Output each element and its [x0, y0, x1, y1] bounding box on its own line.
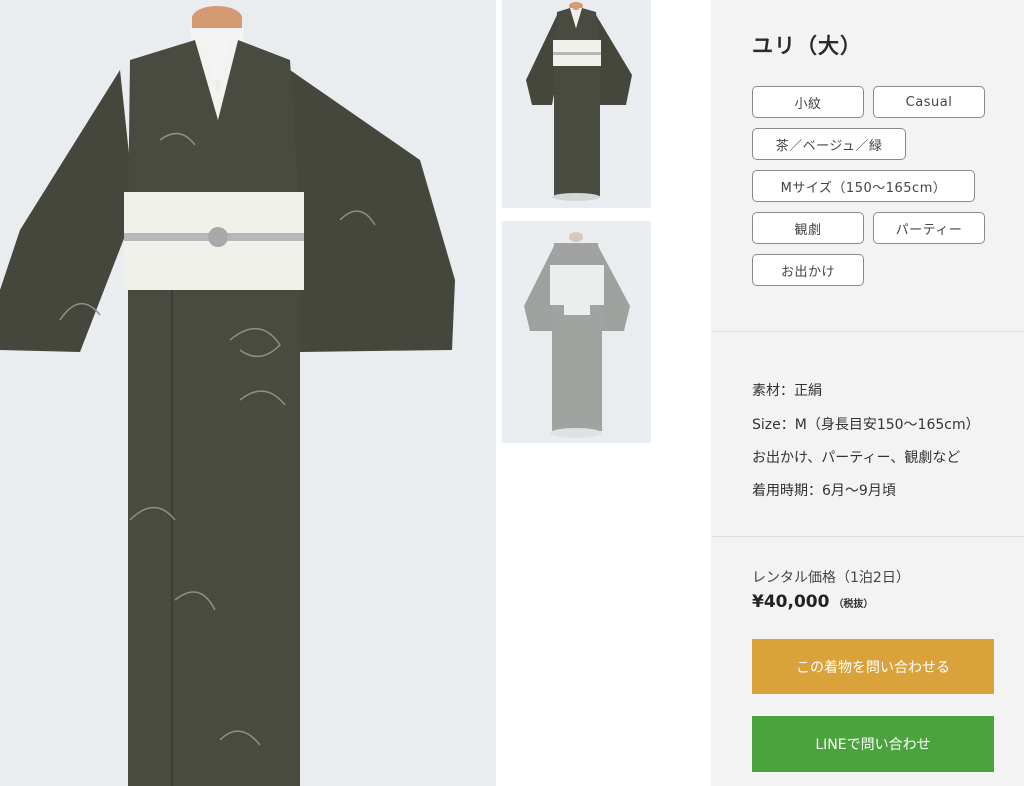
- product-info-panel: ユリ（大） 小紋 Casual 茶／ベージュ／緑 Mサイズ（150〜165cm）…: [711, 0, 1024, 786]
- spec-material: 素材：正絹: [752, 383, 822, 399]
- tag-casual[interactable]: Casual: [873, 86, 985, 118]
- thumbnail-back[interactable]: [502, 221, 651, 443]
- product-title: ユリ（大）: [752, 33, 862, 58]
- tax-note: （税抜）: [833, 599, 874, 610]
- spec-size: Size：M（身長目安150〜165cm）: [752, 417, 980, 433]
- divider: [711, 331, 1024, 332]
- tag-colors[interactable]: 茶／ベージュ／緑: [752, 128, 906, 160]
- tag-komon[interactable]: 小紋: [752, 86, 864, 118]
- kimono-illustration: [0, 0, 496, 786]
- main-product-image: [0, 0, 496, 786]
- spec-season: 着用時期：6月〜9月頃: [752, 483, 896, 499]
- price-value: ¥40,000: [752, 592, 830, 612]
- thumbnail-front[interactable]: [502, 0, 651, 208]
- price-row: ¥40,000 （税抜）: [752, 592, 873, 612]
- price-label: レンタル価格（1泊2日）: [752, 570, 910, 586]
- divider: [711, 536, 1024, 537]
- tag-outing[interactable]: お出かけ: [752, 254, 864, 286]
- tag-theater[interactable]: 観劇: [752, 212, 864, 244]
- inquire-button[interactable]: この着物を問い合わせる: [752, 639, 994, 694]
- tag-size[interactable]: Mサイズ（150〜165cm）: [752, 170, 975, 202]
- kimono-back-thumbnail-illustration: [502, 221, 651, 443]
- line-inquiry-button[interactable]: LINEで問い合わせ: [752, 716, 994, 772]
- spec-occasions: お出かけ、パーティー、観劇など: [752, 450, 961, 466]
- kimono-thumbnail-illustration: [502, 0, 651, 208]
- tag-party[interactable]: パーティー: [873, 212, 985, 244]
